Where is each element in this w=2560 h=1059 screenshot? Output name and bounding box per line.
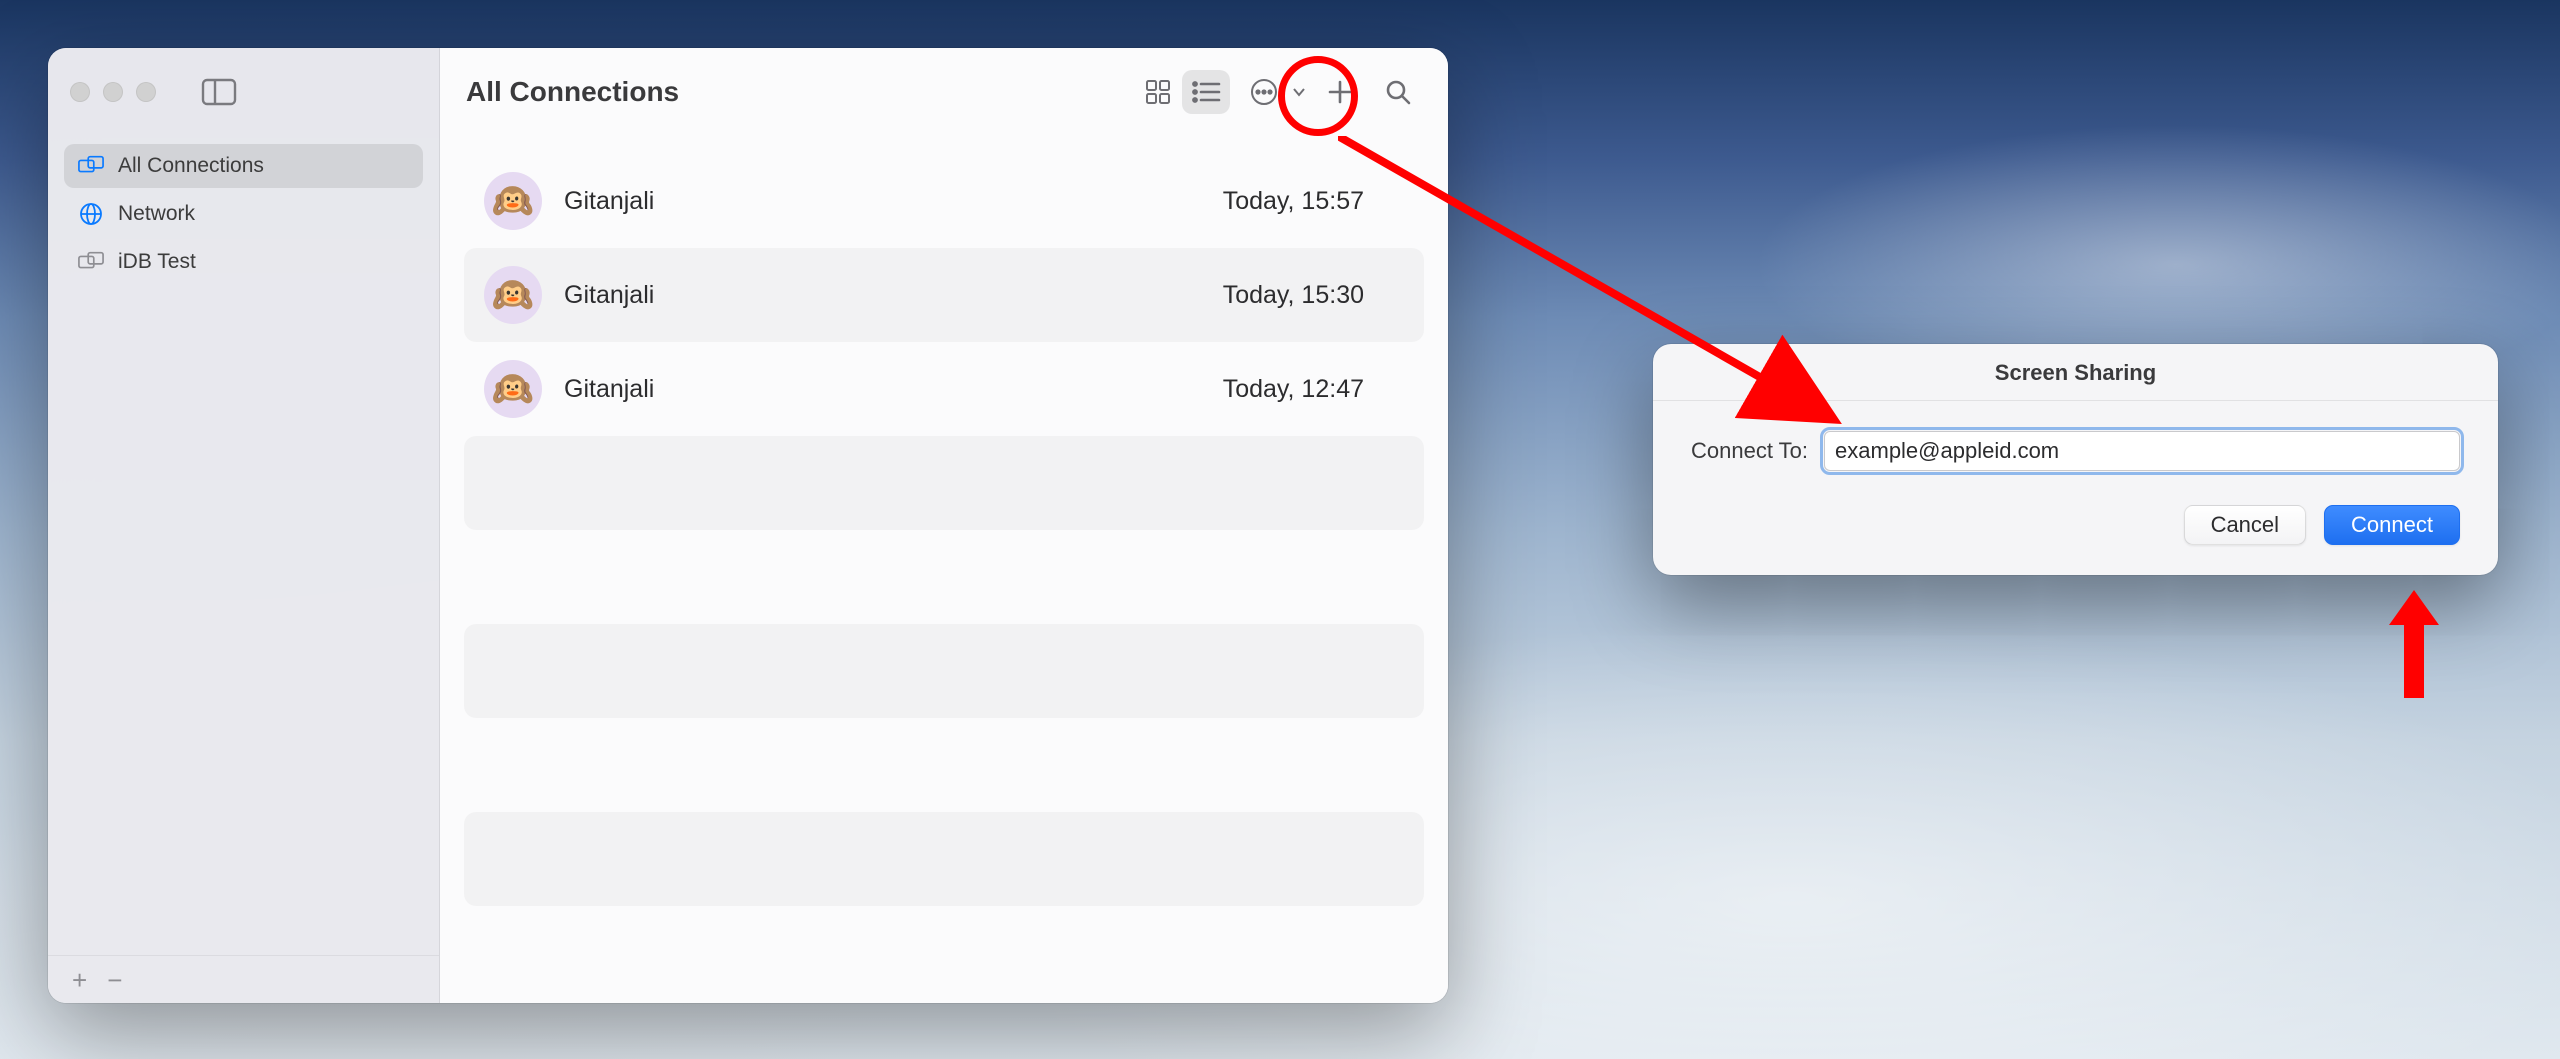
connections-list: 🙉 Gitanjali Today, 15:57 🙉 Gitanjali Tod… <box>440 136 1448 924</box>
connection-row[interactable]: 🙉 Gitanjali Today, 15:30 <box>464 248 1424 342</box>
annotation-arrow-to-connect <box>2384 580 2444 700</box>
search-button[interactable] <box>1374 70 1422 114</box>
minimize-traffic-light[interactable] <box>103 82 123 102</box>
sidebar-footer: + − <box>48 955 439 1003</box>
empty-row <box>464 718 1424 812</box>
connect-dialog: Screen Sharing Connect To: Cancel Connec… <box>1653 344 2498 575</box>
connection-row[interactable]: 🙉 Gitanjali Today, 15:57 <box>464 154 1424 248</box>
view-mode-segment <box>1134 70 1230 114</box>
search-icon <box>1385 79 1411 105</box>
connection-time: Today, 12:47 <box>1223 375 1404 404</box>
list-view-button[interactable] <box>1182 70 1230 114</box>
screen-sharing-window: All Connections Network <box>48 48 1448 1003</box>
cancel-button[interactable]: Cancel <box>2184 505 2306 545</box>
ellipsis-icon <box>1240 70 1288 114</box>
toolbar: All Connections <box>440 48 1448 136</box>
connection-time: Today, 15:30 <box>1223 281 1404 310</box>
dialog-buttons: Cancel Connect <box>1653 481 2498 575</box>
sidebar-item-label: iDB Test <box>118 250 196 274</box>
plus-icon <box>1327 79 1353 105</box>
more-menu[interactable] <box>1240 70 1306 114</box>
avatar: 🙉 <box>484 360 542 418</box>
empty-row <box>464 436 1424 530</box>
connection-name: Gitanjali <box>564 187 1201 216</box>
globe-icon <box>78 203 104 225</box>
sidebar: All Connections Network <box>48 48 440 1003</box>
connection-row[interactable]: 🙉 Gitanjali Today, 12:47 <box>464 342 1424 436</box>
dialog-body: Connect To: <box>1653 401 2498 481</box>
zoom-traffic-light[interactable] <box>136 82 156 102</box>
titlebar-left <box>48 48 439 136</box>
sidebar-item-idb-test[interactable]: iDB Test <box>64 240 423 284</box>
sidebar-item-label: Network <box>118 202 195 226</box>
content-area: All Connections <box>440 48 1448 1003</box>
sidebar-toggle-icon[interactable] <box>200 77 238 107</box>
connect-to-label: Connect To: <box>1691 438 1808 464</box>
connect-to-input[interactable] <box>1824 431 2460 471</box>
connection-time: Today, 15:57 <box>1223 187 1404 216</box>
connection-name: Gitanjali <box>564 375 1201 404</box>
chevron-down-icon <box>1292 87 1306 97</box>
add-connection-button[interactable] <box>1316 70 1364 114</box>
grid-view-button[interactable] <box>1134 70 1182 114</box>
sidebar-item-all-connections[interactable]: All Connections <box>64 144 423 188</box>
sidebar-item-network[interactable]: Network <box>64 192 423 236</box>
empty-row <box>464 812 1424 906</box>
displays-icon <box>78 251 104 273</box>
avatar: 🙉 <box>484 172 542 230</box>
empty-row <box>464 530 1424 624</box>
sidebar-list: All Connections Network <box>48 136 439 955</box>
sidebar-add-button[interactable]: + <box>72 967 87 993</box>
connection-name: Gitanjali <box>564 281 1201 310</box>
avatar: 🙉 <box>484 266 542 324</box>
page-title: All Connections <box>466 76 1124 108</box>
displays-icon <box>78 155 104 177</box>
sidebar-item-label: All Connections <box>118 154 264 178</box>
traffic-lights <box>70 82 156 102</box>
empty-row <box>464 624 1424 718</box>
dialog-title: Screen Sharing <box>1653 344 2498 401</box>
close-traffic-light[interactable] <box>70 82 90 102</box>
sidebar-remove-button[interactable]: − <box>107 967 122 993</box>
connect-button[interactable]: Connect <box>2324 505 2460 545</box>
